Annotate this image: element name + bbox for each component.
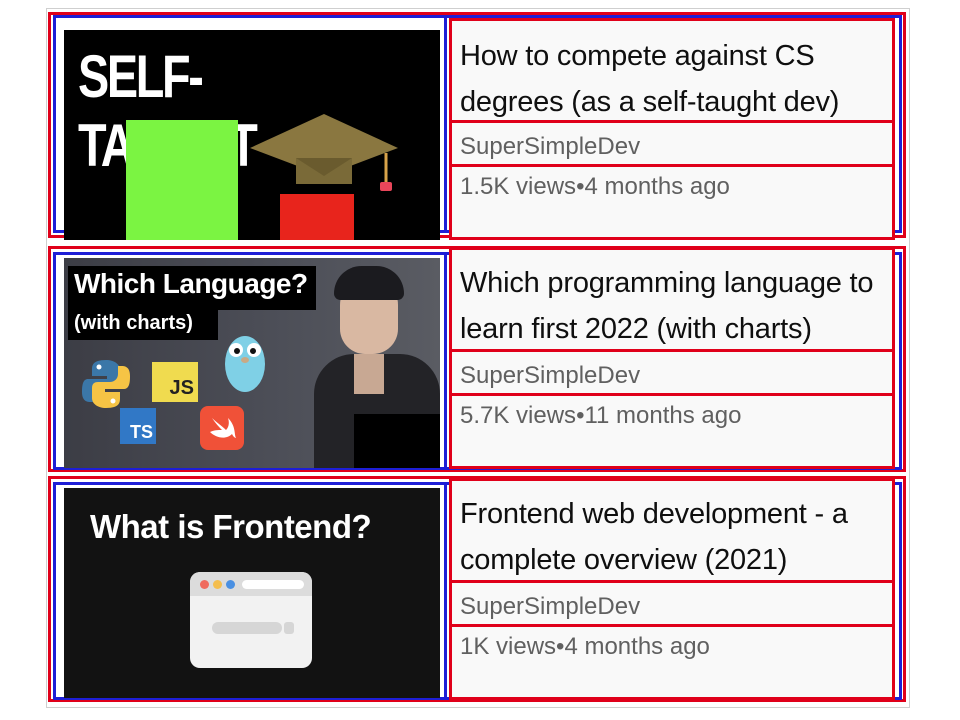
upload-age: 4 months ago bbox=[584, 173, 730, 200]
redacted-overlay bbox=[354, 414, 440, 468]
upload-age: 4 months ago bbox=[564, 633, 710, 660]
thumbnail-subtitle: (with charts) bbox=[74, 312, 193, 334]
red-bar-icon bbox=[280, 194, 354, 240]
js-logo-icon: JS bbox=[152, 362, 198, 402]
video-thumbnail[interactable]: What is Frontend? bbox=[64, 488, 440, 698]
video-title-link[interactable]: How to compete against CS degrees (as a … bbox=[460, 33, 892, 120]
channel-cell: SuperSimpleDev bbox=[449, 349, 895, 396]
channel-name-link[interactable]: SuperSimpleDev bbox=[460, 593, 640, 620]
green-bar-icon bbox=[126, 120, 238, 240]
title-cell: Frontend web development - a complete ov… bbox=[449, 478, 895, 583]
video-title-link[interactable]: Which programming language to learn firs… bbox=[460, 260, 892, 349]
browser-window-icon bbox=[190, 572, 312, 668]
channel-cell: SuperSimpleDev bbox=[449, 120, 895, 167]
upload-age: 11 months ago bbox=[584, 402, 742, 429]
title-cell: How to compete against CS degrees (as a … bbox=[449, 18, 895, 123]
channel-cell: SuperSimpleDev bbox=[449, 580, 895, 627]
meta-cell: 1.5K views•4 months ago bbox=[449, 164, 895, 240]
video-thumbnail[interactable]: Which Language? (with charts) JS TS bbox=[64, 258, 440, 468]
go-gopher-icon bbox=[225, 336, 265, 392]
video-info: Frontend web development - a complete ov… bbox=[449, 478, 895, 700]
graduation-cap-icon bbox=[250, 114, 398, 191]
video-info: How to compete against CS degrees (as a … bbox=[449, 18, 895, 240]
title-cell: Which programming language to learn firs… bbox=[449, 247, 895, 352]
video-info: Which programming language to learn firs… bbox=[449, 247, 895, 469]
meta-cell: 5.7K views•11 months ago bbox=[449, 393, 895, 469]
view-count: 5.7K views bbox=[460, 402, 577, 429]
ts-logo-icon: TS bbox=[120, 408, 156, 444]
video-title-link[interactable]: Frontend web development - a complete ov… bbox=[460, 491, 892, 580]
python-logo-icon bbox=[82, 360, 130, 408]
thumbnail-title: What is Frontend? bbox=[90, 508, 372, 545]
thumbnail-title: Which Language? bbox=[74, 268, 308, 299]
video-thumbnail[interactable]: SELF-TAUGHT bbox=[64, 30, 440, 240]
channel-name-link[interactable]: SuperSimpleDev bbox=[460, 362, 640, 389]
swift-logo-icon bbox=[200, 406, 244, 450]
meta-cell: 1K views•4 months ago bbox=[449, 624, 895, 700]
channel-name-link[interactable]: SuperSimpleDev bbox=[460, 133, 640, 160]
view-count: 1.5K views bbox=[460, 173, 577, 200]
view-count: 1K views bbox=[460, 633, 557, 660]
